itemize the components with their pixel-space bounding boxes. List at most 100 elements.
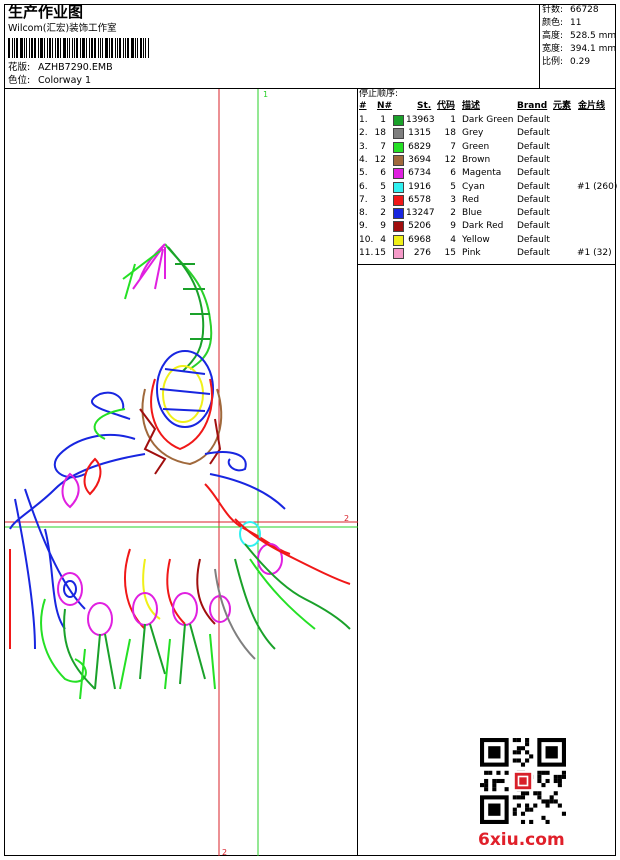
qr-module [492, 787, 497, 792]
qr-module [512, 811, 517, 816]
row-stitches: 1916 [408, 181, 431, 192]
qr-module [512, 750, 517, 755]
qr-module [533, 803, 538, 808]
qr-module [520, 795, 526, 800]
company-name: Wilcom(汇宏)装饰工作室 [8, 23, 117, 34]
qr-module [545, 770, 550, 775]
qr-module [492, 783, 497, 788]
table-row: 7. 3 6578 3 Red Default [358, 194, 616, 207]
row-needle: 4 [380, 234, 386, 245]
qr-module [512, 738, 517, 743]
row-needle: 2 [380, 208, 386, 219]
barcode [8, 38, 150, 58]
qr-module [553, 791, 558, 796]
stat-label: 颜色: [542, 18, 564, 28]
barcode-bar [100, 38, 102, 58]
qr-module [553, 778, 558, 784]
barcode-bar [23, 38, 25, 58]
qr-module [520, 746, 526, 751]
stat-label: 比例: [542, 57, 564, 67]
qr-module [516, 738, 521, 743]
stop-sequence-title: 停止顺序: [359, 89, 399, 99]
table-row: 5. 6 6734 6 Magenta Default [358, 167, 616, 180]
marker-bottom: 2 [222, 848, 227, 856]
table-row: 10. 4 6968 4 Yellow Default [358, 234, 616, 247]
barcode-bar [66, 38, 69, 58]
qr-module [529, 819, 534, 824]
colorway-value: Colorway 1 [38, 75, 92, 86]
table-row: 8. 2 13247 2 Blue Default [358, 207, 616, 220]
barcode-bar [48, 38, 51, 58]
row-stitches: 6968 [408, 234, 431, 245]
barcode-bar [46, 38, 48, 58]
barcode-bar [142, 38, 144, 58]
qr-module [500, 778, 505, 784]
design-filename: AZHB7290.EMB [38, 62, 113, 73]
watermark: 6xiu.com [478, 830, 565, 850]
barcode-bar [19, 38, 23, 58]
row-code: 6 [450, 168, 456, 179]
barcode-bar [94, 38, 97, 58]
row-code: 15 [444, 248, 456, 258]
qr-module [512, 807, 517, 812]
row-description: Dark Green [462, 115, 514, 125]
table-row: 6. 5 1916 5 Cyan Default #1 (260) [358, 181, 617, 194]
barcode-bar [80, 38, 82, 58]
qr-module [557, 803, 562, 808]
barcode-bar [51, 38, 53, 58]
row-sequin: #1 (32) [577, 248, 612, 258]
qr-module [488, 803, 501, 816]
qr-module [516, 758, 521, 763]
colorway-label: 色位: [8, 75, 31, 86]
row-description: Magenta [462, 168, 502, 179]
stat-value: 0.29 [570, 57, 591, 67]
row-stitches: 6829 [408, 141, 431, 152]
qr-module [484, 770, 489, 775]
row-code: 4 [450, 234, 456, 245]
barcode-bar [105, 38, 109, 58]
barcode-bar [43, 38, 45, 58]
row-code: 18 [444, 128, 456, 139]
col-st: St. [417, 101, 432, 111]
color-swatch [393, 115, 404, 126]
row-needle: 12 [374, 154, 386, 165]
row-brand: Default [517, 141, 550, 152]
row-needle: 6 [380, 168, 386, 179]
row-index: 11. [359, 248, 374, 258]
qr-module [496, 770, 501, 775]
row-stitches: 5206 [408, 221, 431, 232]
barcode-bar [125, 38, 126, 58]
barcode-bar [115, 38, 117, 58]
qr-module [553, 799, 558, 804]
barcode-bar [13, 38, 15, 58]
barcode-bar [109, 38, 111, 58]
barcode-bar [37, 38, 39, 58]
col-n: N# [377, 101, 393, 111]
qr-module [496, 778, 501, 784]
peacock-head [122, 243, 213, 372]
barcode-bar [119, 38, 122, 58]
barcode-bar [15, 38, 18, 58]
stat-label: 针数: [542, 5, 564, 15]
qr-module [545, 778, 550, 784]
qr-module [520, 811, 526, 816]
qr-module [525, 807, 530, 812]
color-swatch [393, 141, 404, 153]
qr-module [545, 799, 550, 804]
qr-module [537, 770, 542, 775]
qr-module [525, 750, 530, 755]
barcode-bar [82, 38, 86, 58]
barcode-bar [28, 38, 30, 58]
barcode-bar [56, 38, 59, 58]
barcode-bar [69, 38, 71, 58]
row-needle: 9 [380, 221, 386, 232]
table-row: 11. 15 276 15 Pink Default #1 (32) [358, 247, 616, 260]
row-stitches: 3694 [408, 154, 431, 165]
qr-module [537, 791, 542, 796]
color-swatch [393, 248, 404, 259]
marker-right: 2 [344, 514, 349, 523]
col-sequin: 金片线 [578, 101, 606, 111]
table-row: 2. 18 1315 18 Grey Default [358, 127, 616, 140]
row-index: 4. [359, 154, 368, 165]
row-description: Cyan [462, 181, 485, 192]
